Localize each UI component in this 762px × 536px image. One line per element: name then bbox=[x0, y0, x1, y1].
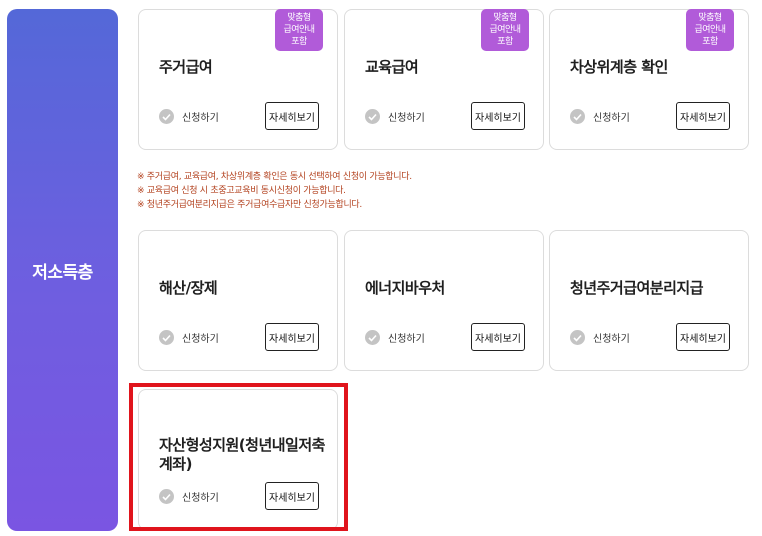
check-icon bbox=[365, 109, 380, 124]
apply-checkbox[interactable]: 신청하기 bbox=[570, 330, 630, 345]
notice-list: ※ 주거급여, 교육급여, 차상위계층 확인은 동시 선택하여 신청이 가능합니… bbox=[137, 170, 412, 212]
detail-button[interactable]: 자세히보기 bbox=[676, 102, 730, 130]
detail-button[interactable]: 자세히보기 bbox=[265, 323, 319, 351]
service-card-youth-housing-separate[interactable]: 청년주거급여분리지급 신청하기 자세히보기 bbox=[549, 230, 749, 371]
custom-benefit-badge: 맞춤형 급여안내 포함 bbox=[686, 9, 734, 51]
highlight-outline bbox=[129, 383, 348, 531]
notice-item: ※ 교육급여 신청 시 초중고교육비 동시신청이 가능합니다. bbox=[137, 186, 346, 196]
detail-button[interactable]: 자세히보기 bbox=[676, 323, 730, 351]
check-icon bbox=[159, 330, 174, 345]
service-card-education-benefit[interactable]: 맞춤형 급여안내 포함 교육급여 신청하기 자세히보기 bbox=[344, 9, 544, 150]
detail-button[interactable]: 자세히보기 bbox=[471, 323, 525, 351]
apply-checkbox[interactable]: 신청하기 bbox=[365, 330, 425, 345]
service-card-energy-voucher[interactable]: 에너지바우처 신청하기 자세히보기 bbox=[344, 230, 544, 371]
service-card-childbirth-funeral[interactable]: 해산/장제 신청하기 자세히보기 bbox=[138, 230, 338, 371]
check-icon bbox=[570, 330, 585, 345]
apply-checkbox[interactable]: 신청하기 bbox=[159, 330, 219, 345]
category-label: 저소득층 bbox=[32, 262, 93, 283]
detail-button[interactable]: 자세히보기 bbox=[471, 102, 525, 130]
check-icon bbox=[570, 109, 585, 124]
card-title: 주거급여 bbox=[159, 58, 213, 76]
card-title: 차상위계층 확인 bbox=[570, 58, 668, 76]
service-card-housing-benefit[interactable]: 맞춤형 급여안내 포함 주거급여 신청하기 자세히보기 bbox=[138, 9, 338, 150]
apply-checkbox[interactable]: 신청하기 bbox=[365, 109, 425, 124]
check-icon bbox=[365, 330, 380, 345]
card-title: 청년주거급여분리지급 bbox=[570, 279, 704, 297]
check-icon bbox=[159, 109, 174, 124]
card-title: 교육급여 bbox=[365, 58, 419, 76]
card-title: 에너지바우처 bbox=[365, 279, 445, 297]
category-low-income[interactable]: 저소득층 bbox=[7, 9, 118, 531]
apply-checkbox[interactable]: 신청하기 bbox=[159, 109, 219, 124]
notice-item: ※ 주거급여, 교육급여, 차상위계층 확인은 동시 선택하여 신청이 가능합니… bbox=[137, 172, 412, 182]
custom-benefit-badge: 맞춤형 급여안내 포함 bbox=[481, 9, 529, 51]
detail-button[interactable]: 자세히보기 bbox=[265, 102, 319, 130]
custom-benefit-badge: 맞춤형 급여안내 포함 bbox=[275, 9, 323, 51]
service-card-near-poverty-check[interactable]: 맞춤형 급여안내 포함 차상위계층 확인 신청하기 자세히보기 bbox=[549, 9, 749, 150]
notice-item: ※ 청년주거급여분리지급은 주거급여수급자만 신청가능합니다. bbox=[137, 200, 362, 210]
apply-checkbox[interactable]: 신청하기 bbox=[570, 109, 630, 124]
card-title: 해산/장제 bbox=[159, 279, 218, 297]
